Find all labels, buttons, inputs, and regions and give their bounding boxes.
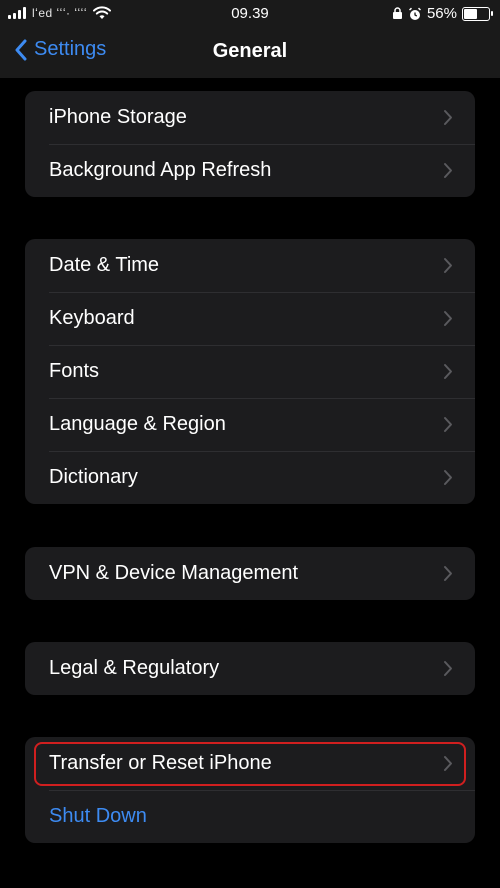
settings-group-storage: iPhone Storage Background App Refresh bbox=[25, 91, 475, 197]
row-label: Language & Region bbox=[49, 413, 226, 435]
row-language-region[interactable]: Language & Region bbox=[25, 398, 475, 451]
row-date-time[interactable]: Date & Time bbox=[25, 239, 475, 292]
row-legal-regulatory[interactable]: Legal & Regulatory bbox=[25, 642, 475, 695]
row-label: Background App Refresh bbox=[49, 159, 272, 181]
chevron-right-icon bbox=[444, 364, 452, 379]
row-label: Legal & Regulatory bbox=[49, 657, 220, 679]
row-label: Dictionary bbox=[49, 466, 138, 488]
settings-group-legal: Legal & Regulatory bbox=[25, 642, 475, 695]
status-bar: lʻed ʻʻʻ· ʻʻʻʻ 09.39 56% bbox=[0, 0, 500, 28]
chevron-right-icon bbox=[444, 470, 452, 485]
row-label: VPN & Device Management bbox=[49, 562, 299, 584]
chevron-right-icon bbox=[444, 661, 452, 676]
chevron-right-icon bbox=[444, 163, 452, 178]
row-transfer-reset-iphone[interactable]: Transfer or Reset iPhone bbox=[25, 737, 475, 790]
chevron-right-icon bbox=[444, 311, 452, 326]
chevron-right-icon bbox=[444, 566, 452, 581]
portrait-lock-icon bbox=[392, 7, 402, 19]
settings-group-vpn: VPN & Device Management bbox=[25, 547, 475, 600]
row-label: iPhone Storage bbox=[49, 106, 187, 128]
row-keyboard[interactable]: Keyboard bbox=[25, 292, 475, 345]
battery-percent: 56% bbox=[426, 5, 457, 22]
battery-icon bbox=[462, 6, 493, 21]
shut-down-link: Shut Down bbox=[49, 805, 147, 827]
row-label: Date & Time bbox=[49, 254, 160, 276]
row-fonts[interactable]: Fonts bbox=[25, 345, 475, 398]
chevron-right-icon bbox=[444, 258, 452, 273]
status-right: 56% bbox=[392, 5, 493, 22]
row-vpn-device-management[interactable]: VPN & Device Management bbox=[25, 547, 475, 600]
row-label: Fonts bbox=[49, 360, 100, 382]
battery-fill bbox=[464, 8, 478, 19]
row-iphone-storage[interactable]: iPhone Storage bbox=[25, 91, 475, 144]
row-shut-down[interactable]: Shut Down bbox=[25, 790, 475, 843]
settings-group-reset: Transfer or Reset iPhone Shut Down bbox=[25, 737, 475, 843]
alarm-icon bbox=[408, 7, 421, 20]
row-background-app-refresh[interactable]: Background App Refresh bbox=[25, 144, 475, 197]
chevron-right-icon bbox=[444, 110, 452, 125]
row-label: Transfer or Reset iPhone bbox=[49, 752, 272, 774]
navigation-bar: Settings General bbox=[0, 28, 500, 78]
settings-group-locale: Date & Time Keyboard Fonts Language & Re… bbox=[25, 239, 475, 504]
row-label: Keyboard bbox=[49, 307, 135, 329]
row-dictionary[interactable]: Dictionary bbox=[25, 451, 475, 504]
chevron-right-icon bbox=[444, 756, 452, 771]
page-title: General bbox=[212, 40, 288, 62]
chevron-right-icon bbox=[444, 417, 452, 432]
